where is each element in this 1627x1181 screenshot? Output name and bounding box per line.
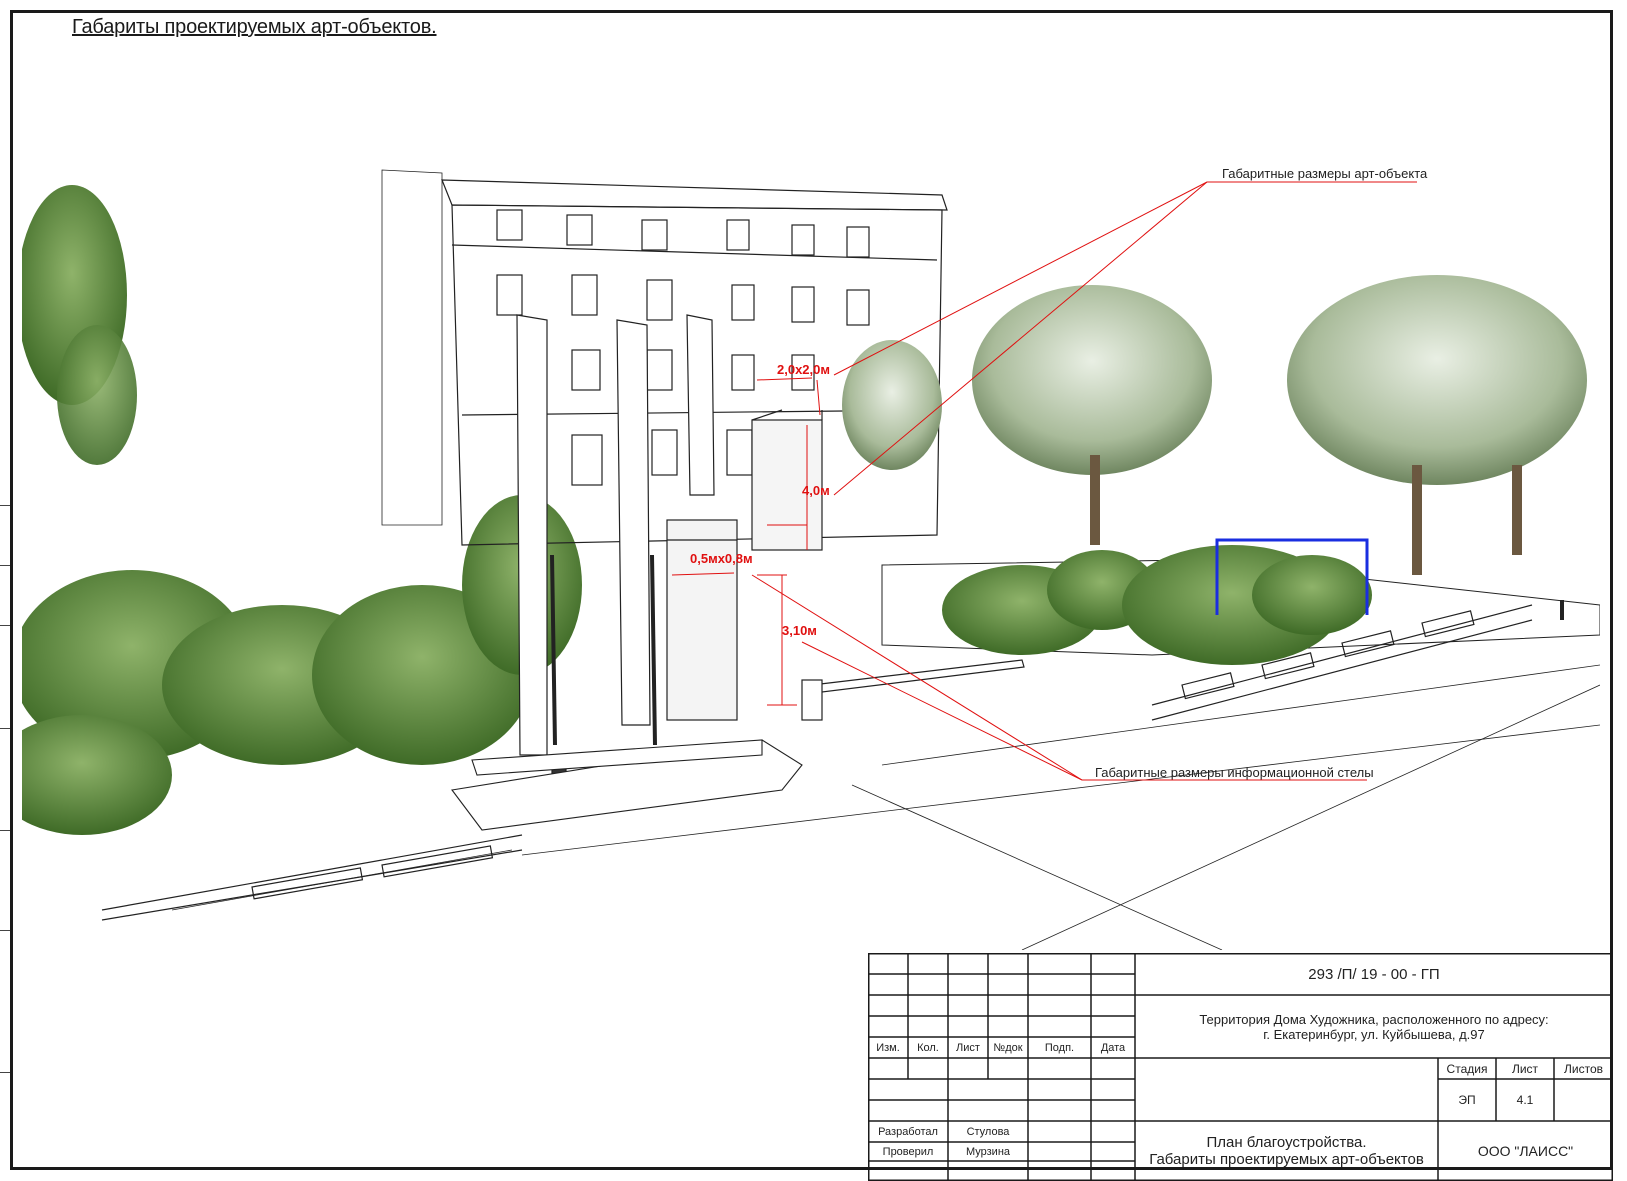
site-visualization: Габаритные размеры арт-объекта Габаритны… — [22, 166, 1600, 950]
header-data: Дата — [1100, 1041, 1126, 1054]
sheets-label: Листов — [1564, 1061, 1603, 1076]
header-izm: Изм. — [876, 1041, 900, 1054]
object-line-1: Территория Дома Художника, расположенног… — [1199, 1012, 1549, 1027]
object-line-2: г. Екатеринбург, ул. Куйбышева, д.97 — [1263, 1027, 1485, 1042]
header-ndok: №док — [993, 1041, 1023, 1054]
art-object-height-dimension: 4,0м — [802, 483, 830, 498]
stele-height-dimension: 3,10м — [782, 623, 817, 638]
title-block: 293 /П/ 19 - 00 - ГП Территория Дома Худ… — [868, 953, 1613, 1181]
document-code: 293 /П/ 19 - 00 - ГП — [1308, 965, 1440, 983]
checked-label: Проверил — [882, 1145, 934, 1158]
developed-label: Разработал — [878, 1125, 938, 1138]
sheets-value — [1554, 1079, 1613, 1121]
barrier — [801, 659, 1025, 721]
header-kol: Кол. — [917, 1041, 939, 1054]
drawing-title: План благоустройства. Габариты проектиру… — [1135, 1123, 1438, 1179]
header-list: Лист — [956, 1041, 980, 1054]
sheet-title: Габариты проектируемых арт-объектов. — [72, 16, 437, 38]
stele-plan-dimension: 0,5мх0,8м — [690, 551, 753, 566]
right-trees — [842, 275, 1587, 575]
header-podp: Подп. — [1044, 1041, 1075, 1054]
developed-name: Стулова — [966, 1125, 1010, 1138]
info-stele — [666, 519, 738, 721]
company-name: ООО "ЛАИСС" — [1477, 1143, 1574, 1159]
stage-value: ЭП — [1458, 1093, 1476, 1107]
sheet-value: 4.1 — [1516, 1093, 1534, 1107]
art-object-callout: Габаритные размеры арт-объекта — [1222, 166, 1428, 181]
left-fence — [101, 834, 523, 921]
checked-name: Мурзина — [965, 1145, 1011, 1158]
object-address: Территория Дома Художника, расположенног… — [1135, 997, 1613, 1057]
sheet-label: Лист — [1511, 1061, 1539, 1076]
art-object-plan-dimension: 2,0х2,0м — [777, 362, 830, 377]
info-stele-callout: Габаритные размеры информационной стелы — [1095, 765, 1374, 780]
left-tree — [22, 185, 137, 465]
stage-label: Стадия — [1446, 1061, 1488, 1076]
art-object-cube — [751, 409, 823, 551]
flower-bed — [881, 545, 1600, 665]
drawing-line-2: Габариты проектируемых арт-объектов — [1149, 1151, 1424, 1168]
drawing-line-1: План благоустройства. — [1206, 1134, 1367, 1151]
